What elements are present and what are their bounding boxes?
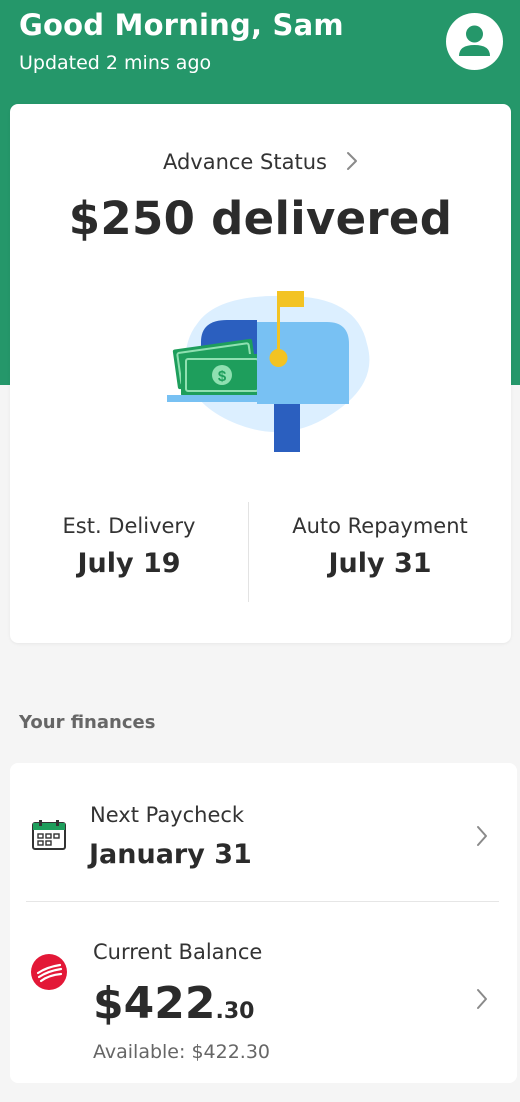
mailbox-illustration: $ <box>167 291 370 452</box>
balance-cents: .30 <box>215 999 255 1024</box>
next-paycheck-date: January 31 <box>89 839 252 870</box>
user-avatar-icon <box>459 25 490 56</box>
advance-status-link[interactable]: Advance Status <box>10 150 511 175</box>
calendar-icon <box>32 820 66 850</box>
chevron-right-icon <box>477 989 487 1009</box>
est-delivery-block: Est. Delivery July 19 <box>10 514 248 579</box>
profile-avatar-button[interactable] <box>446 13 503 70</box>
balance-whole: $422 <box>93 978 216 1029</box>
finances-section-label: Your finances <box>19 712 156 733</box>
advance-status-label: Advance Status <box>162 150 327 174</box>
est-delivery-date: July 19 <box>77 548 181 579</box>
finances-card: Next Paycheck January 31 Current Balance… <box>10 763 517 1083</box>
bank-logo-icon <box>31 954 67 990</box>
auto-repayment-date: July 31 <box>328 548 432 579</box>
chevron-right-icon <box>477 826 487 846</box>
greeting-title: Good Morning, Sam <box>19 8 344 42</box>
svg-text:$: $ <box>218 368 227 385</box>
auto-repayment-block: Auto Repayment July 31 <box>249 514 511 579</box>
current-balance-label: Current Balance <box>93 940 263 964</box>
current-balance-amount: $422.30 <box>93 978 254 1029</box>
current-balance-row[interactable]: Current Balance $422.30 Available: $422.… <box>10 902 517 1102</box>
auto-repayment-label: Auto Repayment <box>292 514 468 538</box>
est-delivery-label: Est. Delivery <box>62 514 196 538</box>
updated-timestamp: Updated 2 mins ago <box>19 52 212 74</box>
chevron-right-icon <box>346 151 358 175</box>
next-paycheck-row[interactable]: Next Paycheck January 31 <box>10 763 517 901</box>
advance-status-card: Advance Status $250 delivered $ Est. Del… <box>10 104 511 643</box>
advance-amount-title: $250 delivered <box>68 192 453 245</box>
next-paycheck-label: Next Paycheck <box>90 803 245 827</box>
